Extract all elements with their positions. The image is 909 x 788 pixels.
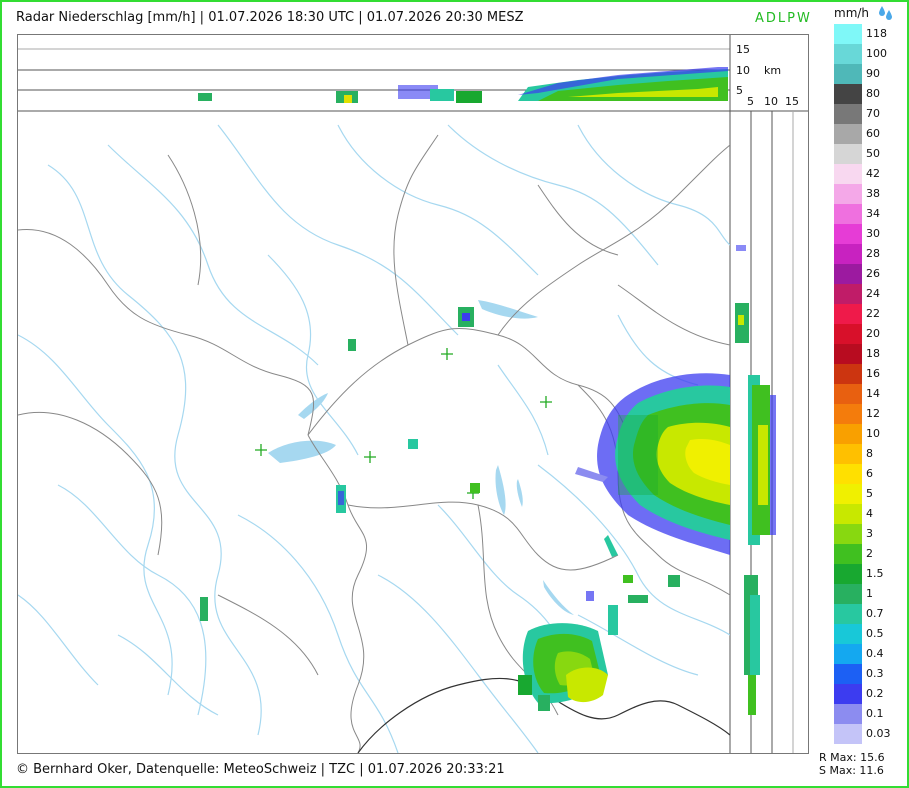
legend-label: 18 — [866, 347, 880, 360]
legend-swatch — [834, 724, 862, 744]
legend-swatch — [834, 204, 862, 224]
legend-swatch — [834, 264, 862, 284]
legend-swatch — [834, 564, 862, 584]
legend-label: 0.2 — [866, 687, 884, 700]
radar-map[interactable]: 15 10 km 5 5 10 15 — [17, 34, 809, 754]
r-max-value: R Max: 15.6 — [819, 751, 885, 764]
legend-label: 12 — [866, 407, 880, 420]
legend-swatch — [834, 64, 862, 84]
legend-label: 4 — [866, 507, 873, 520]
footer-copyright: © Bernhard Oker, Datenquelle: MeteoSchwe… — [16, 762, 505, 777]
legend-label: 20 — [866, 327, 880, 340]
legend-swatch — [834, 144, 862, 164]
legend-swatch — [834, 524, 862, 544]
legend-label: 90 — [866, 67, 880, 80]
legend-swatch — [834, 164, 862, 184]
legend-label: 0.1 — [866, 707, 884, 720]
legend-swatch — [834, 704, 862, 724]
legend-swatch — [834, 684, 862, 704]
legend-label: 100 — [866, 47, 887, 60]
side-profile-echoes — [735, 245, 776, 715]
legend-swatch — [834, 404, 862, 424]
side-tick-15: 15 — [785, 95, 799, 108]
legend-swatch — [834, 644, 862, 664]
legend-unit: mm/h — [834, 6, 870, 20]
legend-label: 26 — [866, 267, 880, 280]
legend-label: 10 — [866, 427, 880, 440]
legend-swatch — [834, 124, 862, 144]
legend-swatch — [834, 344, 862, 364]
legend-swatch — [834, 484, 862, 504]
side-tick-10: 10 — [764, 95, 778, 108]
top-tick-15: 15 — [736, 43, 750, 56]
legend-label: 22 — [866, 307, 880, 320]
legend-swatch — [834, 584, 862, 604]
legend-label: 34 — [866, 207, 880, 220]
radar-sites — [255, 348, 552, 499]
legend-swatch — [834, 444, 862, 464]
legend-label: 2 — [866, 547, 873, 560]
legend-swatch — [834, 424, 862, 444]
legend-swatch — [834, 104, 862, 124]
legend-label: 1.5 — [866, 567, 884, 580]
raindrops-icon — [879, 6, 892, 20]
legend-label: 1 — [866, 587, 873, 600]
legend-swatch — [834, 464, 862, 484]
legend-swatch — [834, 44, 862, 64]
precipitation-legend: 118 100 90 80 70 60 50 42 38 34 30 28 26 24 22 20 18 16 14… — [834, 24, 891, 744]
legend-label: 50 — [866, 147, 880, 160]
legend-swatch — [834, 384, 862, 404]
legend-swatch — [834, 184, 862, 204]
legend-label: 14 — [866, 387, 880, 400]
legend-swatch — [834, 244, 862, 264]
top-tick-5: 5 — [736, 84, 743, 97]
top-profile-echoes — [198, 67, 728, 103]
legend-label: 8 — [866, 447, 873, 460]
legend-label: 0.4 — [866, 647, 884, 660]
lakes — [268, 300, 574, 615]
legend-label: 5 — [866, 487, 873, 500]
legend-swatch — [834, 324, 862, 344]
legend-label: 16 — [866, 367, 880, 380]
legend-label: 0.3 — [866, 667, 884, 680]
legend-label: 24 — [866, 287, 880, 300]
side-tick-5: 5 — [747, 95, 754, 108]
legend-label: 0.7 — [866, 607, 884, 620]
legend-swatch — [834, 224, 862, 244]
precipitation-echoes — [200, 307, 730, 711]
legend-swatch — [834, 304, 862, 324]
legend-swatch — [834, 544, 862, 564]
legend-swatch — [834, 504, 862, 524]
legend-swatch — [834, 664, 862, 684]
legend-label: 30 — [866, 227, 880, 240]
legend-swatch — [834, 624, 862, 644]
legend-label: 38 — [866, 187, 880, 200]
s-max-value: S Max: 11.6 — [819, 764, 884, 777]
legend-label: 0.5 — [866, 627, 884, 640]
legend-swatch — [834, 84, 862, 104]
legend-swatch — [834, 284, 862, 304]
legend-label: 3 — [866, 527, 873, 540]
legend-label: 80 — [866, 87, 880, 100]
legend-label: 70 — [866, 107, 880, 120]
legend-label: 118 — [866, 27, 887, 40]
legend-label: 0.03 — [866, 727, 891, 740]
legend-label: 6 — [866, 467, 873, 480]
legend-swatch — [834, 604, 862, 624]
top-tick-10: 10 — [736, 64, 750, 77]
legend-swatch — [834, 364, 862, 384]
legend-label: 60 — [866, 127, 880, 140]
legend-swatch — [834, 24, 862, 44]
page-title: Radar Niederschlag [mm/h] | 01.07.2026 1… — [16, 10, 524, 25]
legend-label: 42 — [866, 167, 880, 180]
brand-label: ADLPW — [755, 11, 812, 26]
top-tick-unit: km — [764, 64, 781, 77]
legend-label: 28 — [866, 247, 880, 260]
